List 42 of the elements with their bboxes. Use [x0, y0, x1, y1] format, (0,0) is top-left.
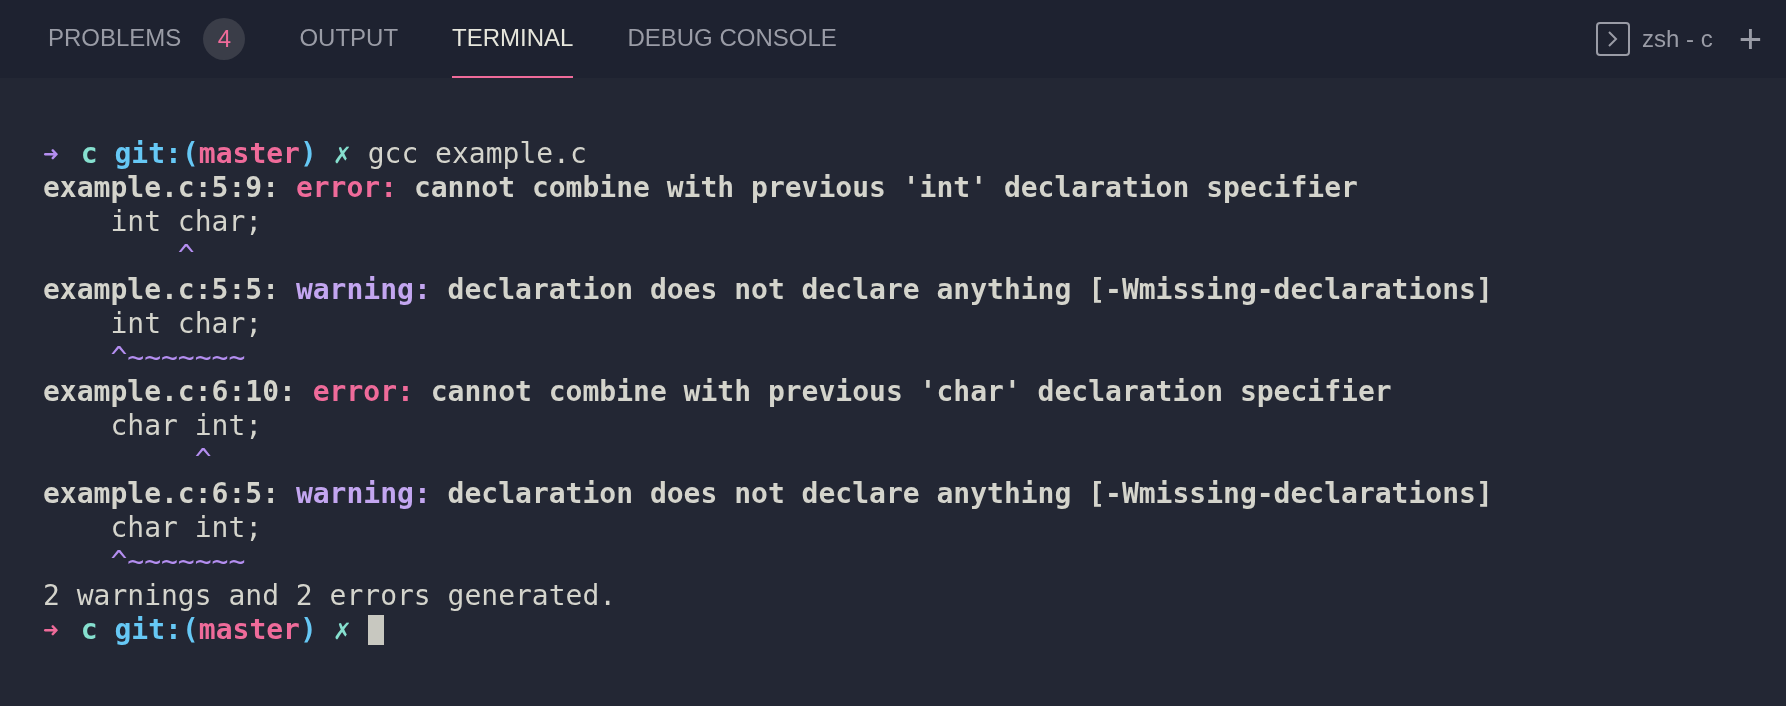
source-line: char int; [109, 511, 263, 544]
terminal-icon [1595, 22, 1630, 56]
diagnostic-text: declaration does not declare anything [-Wmissing-declarations] [447, 273, 1493, 306]
add-terminal-button[interactable]: + [1738, 19, 1762, 59]
panel-tab[interactable]: DEBUG CONSOLE [627, 0, 837, 78]
error-label: error: [312, 375, 415, 408]
git-label: git:( [114, 613, 199, 647]
diagnostic-text: cannot combine with previous 'int' declaration specifier [413, 171, 1358, 204]
marker-line: ^~~~~~~~ [109, 341, 246, 374]
diagnostic-text: example.c:5:9: [43, 171, 280, 204]
diagnostic-text: declaration does not declare anything [-Wmissing-declarations] [447, 477, 1493, 510]
error-label: error: [295, 171, 399, 204]
panel-tab[interactable]: OUTPUT [299, 0, 399, 78]
diagnostic-text: example.c:5:5: [43, 273, 280, 306]
warning-label: warning: [295, 477, 432, 510]
marker-line: ^ [193, 443, 212, 476]
diagnostic-text: example.c:6:5: [43, 477, 280, 510]
source-line: int char; [109, 307, 263, 340]
directory-name: c [80, 137, 98, 171]
source-line: 2 warnings and 2 errors generated. [43, 579, 617, 612]
branch-name: master [198, 137, 300, 171]
count-badge: 4 [203, 18, 246, 60]
diagnostic-text: cannot combine with previous 'char' declaration specifier [430, 375, 1392, 408]
prompt-arrow: ➜ [43, 614, 59, 647]
panel-tab[interactable]: TERMINAL [452, 0, 574, 78]
terminal-selector[interactable]: zsh - c [1595, 21, 1713, 57]
diagnostic-text: example.c:6:10: [43, 375, 297, 408]
branch-name: master [198, 613, 300, 647]
command-text: gcc example.c [367, 137, 587, 171]
marker-line: ^ [176, 239, 195, 272]
dirty-mark: ✗ [333, 137, 351, 171]
prompt-arrow: ➜ [43, 138, 59, 171]
source-line: char int; [109, 409, 263, 442]
git-label: ) [299, 137, 317, 171]
marker-line: ^~~~~~~~ [109, 545, 246, 578]
git-label: ) [299, 613, 317, 647]
panel-tab[interactable]: PROBLEMS [48, 0, 182, 78]
dirty-mark: ✗ [333, 613, 351, 647]
warning-label: warning: [295, 273, 432, 306]
git-label: git:( [114, 137, 199, 171]
source-line: int char; [109, 205, 263, 238]
directory-name: c [80, 613, 98, 647]
